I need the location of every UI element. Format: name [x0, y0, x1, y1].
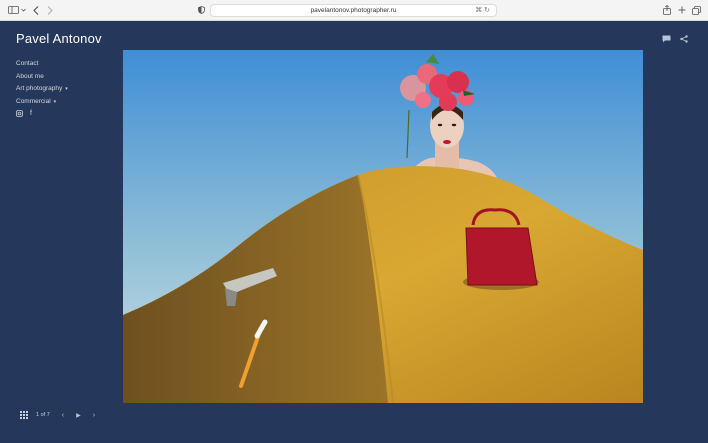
- translate-icon[interactable]: ⌘ ↻: [475, 6, 490, 14]
- tabs-icon[interactable]: [692, 3, 701, 17]
- share-icon[interactable]: [662, 3, 671, 17]
- shield-icon[interactable]: [197, 3, 205, 17]
- comment-icon[interactable]: [662, 35, 671, 45]
- caret-down-icon: ▾: [53, 98, 57, 105]
- nav-item-label: About me: [16, 72, 44, 80]
- gallery-photo[interactable]: [123, 50, 643, 403]
- nav-item-label: Commercial: [16, 97, 51, 105]
- site-title[interactable]: Pavel Antonov: [16, 31, 102, 46]
- next-photo-button[interactable]: ›: [93, 412, 95, 419]
- instagram-icon[interactable]: [16, 110, 23, 119]
- grid-view-icon[interactable]: [20, 411, 28, 419]
- share-icon[interactable]: [680, 35, 688, 45]
- main-nav: Contact About me Art photography ▾ Commer…: [16, 58, 116, 108]
- new-tab-icon[interactable]: [677, 3, 686, 17]
- chevron-down-icon[interactable]: [20, 3, 26, 17]
- facebook-icon[interactable]: f: [30, 110, 32, 119]
- play-slideshow-button[interactable]: ▶: [76, 412, 81, 419]
- browser-toolbar: pavelantonov.photographer.ru ⌘ ↻: [0, 0, 708, 21]
- url-bar[interactable]: pavelantonov.photographer.ru ⌘ ↻: [210, 4, 497, 17]
- gallery-pager: 1 of 7 ‹ ▶ ›: [20, 411, 95, 419]
- photo-counter: 1 of 7: [36, 412, 50, 418]
- nav-item-art-photography[interactable]: Art photography ▾: [16, 83, 116, 96]
- nav-item-about-me[interactable]: About me: [16, 71, 116, 84]
- nav-item-label: Contact: [16, 60, 39, 67]
- forward-icon[interactable]: [46, 3, 54, 17]
- nav-item-label: Art photography: [16, 85, 63, 92]
- sidebar-icon[interactable]: [7, 3, 19, 17]
- caret-down-icon: ▾: [65, 86, 68, 92]
- nav-item-contact[interactable]: Contact: [16, 58, 116, 71]
- url-text: pavelantonov.photographer.ru: [310, 7, 397, 14]
- social-links: f: [16, 110, 32, 119]
- previous-photo-button[interactable]: ‹: [62, 412, 64, 419]
- photo-artwork: [123, 50, 643, 403]
- back-icon[interactable]: [32, 3, 40, 17]
- nav-item-commercial[interactable]: Commercial ▾: [16, 96, 116, 109]
- top-actions: [662, 35, 688, 45]
